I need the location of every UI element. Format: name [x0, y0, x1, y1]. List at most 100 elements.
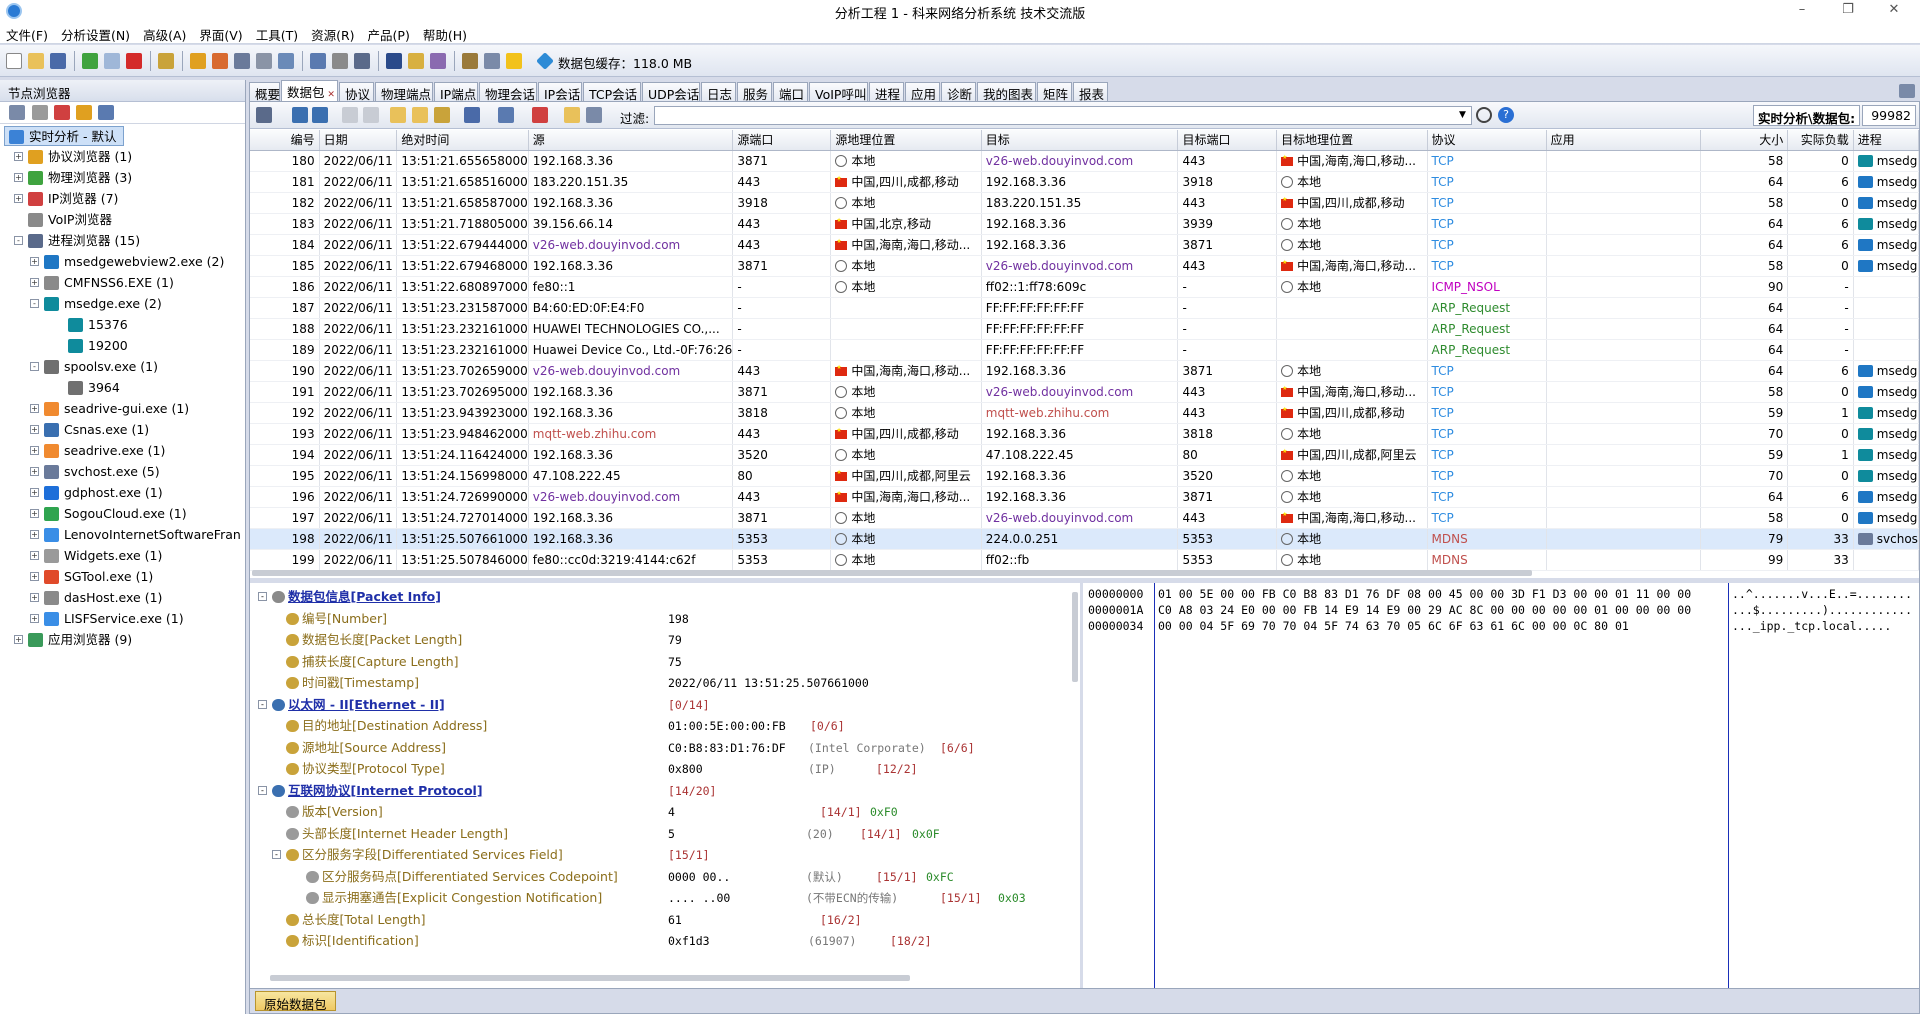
decode-row[interactable]: 时间戳[Timestamp] 2022/06/11 13:51:25.507661…	[250, 673, 1070, 694]
tab-7[interactable]: TCP会话	[583, 82, 641, 102]
column-header[interactable]: 目标	[981, 130, 1179, 151]
collapse-icon[interactable]: -	[14, 236, 23, 245]
table-row[interactable]: 196 2022/06/11 13:51:24.726990000 v26-web.d…	[250, 486, 1919, 508]
column-header[interactable]: 日期	[319, 130, 398, 151]
tab-18[interactable]: 报表	[1073, 82, 1108, 102]
expand-icon[interactable]: +	[30, 425, 39, 434]
column-header[interactable]: 绝对时间	[396, 130, 529, 151]
warning-icon[interactable]	[506, 53, 522, 69]
hex-off[interactable]: 00000000	[1088, 587, 1143, 603]
column-header[interactable]: 源	[528, 130, 734, 151]
expand-icon[interactable]: +	[14, 152, 23, 161]
menu-view[interactable]: 界面(V)	[193, 22, 249, 44]
menu-advanced[interactable]: 高级(A)	[137, 22, 193, 44]
tree-node[interactable]: + SogouCloud.exe (1)	[0, 504, 240, 524]
tab-2[interactable]: 协议	[339, 82, 374, 102]
column-header[interactable]: 源地理位置	[830, 130, 982, 151]
tab-5[interactable]: 物理会话	[479, 82, 537, 102]
tree-node[interactable]: + msedgewebview2.exe (2)	[0, 252, 240, 272]
table-row[interactable]: 184 2022/06/11 13:51:22.679444000 v26-web.d…	[250, 234, 1919, 256]
tree-node[interactable]: + seadrive-gui.exe (1)	[0, 399, 240, 419]
tree-node[interactable]: + IP浏览器 (7)	[0, 189, 240, 209]
new-icon[interactable]	[6, 53, 22, 69]
decode-row[interactable]: 数据包长度[Packet Length] 79	[250, 630, 1070, 651]
expand-icon[interactable]: +	[30, 488, 39, 497]
collapse-icon[interactable]: -	[30, 299, 39, 308]
search-icon[interactable]	[1476, 107, 1492, 123]
column-header[interactable]: 大小	[1700, 130, 1789, 151]
table-row[interactable]: 181 2022/06/11 13:51:21.658516000 183.220.1…	[250, 171, 1919, 193]
tab-raw-packet[interactable]: 原始数据包	[255, 991, 336, 1012]
decode-row[interactable]: 编号[Number] 198	[250, 609, 1070, 630]
tab-13[interactable]: 进程	[869, 82, 904, 102]
tab-12[interactable]: VoIP呼叫	[809, 82, 868, 102]
hex-ascii[interactable]: ...$.........)............	[1732, 603, 1912, 619]
decode-row[interactable]: - 以太网 - II[Ethernet - II] [0/14]	[250, 695, 1070, 716]
stop-icon[interactable]	[126, 53, 142, 69]
table-row[interactable]: 199 2022/06/11 13:51:25.507846000 fe80::cc0…	[250, 549, 1919, 571]
collapse-icon[interactable]: -	[258, 699, 267, 709]
tree-node[interactable]: + 协议浏览器 (1)	[0, 147, 240, 167]
expand-icon[interactable]: +	[30, 467, 39, 476]
open-icon[interactable]	[28, 53, 44, 69]
table-row[interactable]: 190 2022/06/11 13:51:23.702659000 v26-web.d…	[250, 360, 1919, 382]
tree-node[interactable]: + gdphost.exe (1)	[0, 483, 240, 503]
tree-node[interactable]: 实时分析 - 默认	[4, 126, 124, 146]
tree-node[interactable]: + LenovoInternetSoftwareFran	[0, 525, 241, 545]
column-header[interactable]: 协议	[1427, 130, 1547, 151]
tree-node[interactable]: - 进程浏览器 (15)	[0, 231, 240, 251]
expand-icon[interactable]: +	[30, 530, 39, 539]
table-row[interactable]: 186 2022/06/11 13:51:22.680897000 fe80::1 - 本…	[250, 276, 1919, 298]
column-header[interactable]: 目标地理位置	[1276, 130, 1428, 151]
decode-row[interactable]: 源地址[Source Address] C0:B8:83:D1:76:DF (Int…	[250, 738, 1070, 759]
tree-node[interactable]: + SGTool.exe (1)	[0, 567, 240, 587]
export-icon[interactable]	[234, 53, 250, 69]
hex-bytes[interactable]: 01 00 5E 00 00 FB C0 B8 83 D1 76 DF 08 0…	[1158, 587, 1691, 603]
table-row[interactable]: 183 2022/06/11 13:51:21.718805000 39.156.66…	[250, 213, 1919, 235]
table-row[interactable]: 185 2022/06/11 13:51:22.679468000 192.168.3…	[250, 255, 1919, 277]
view-options-icon[interactable]	[256, 107, 272, 123]
expand-icon[interactable]: +	[30, 278, 39, 287]
tree-node[interactable]: - msedge.exe (2)	[0, 294, 240, 314]
filter-wand-icon[interactable]	[190, 53, 206, 69]
save-icon[interactable]	[50, 53, 66, 69]
decode-row[interactable]: - 数据包信息[Packet Info]	[250, 587, 1070, 608]
decode-row[interactable]: 版本[Version] 4 [14/1] 0xF0	[250, 802, 1070, 823]
alert-tool-icon[interactable]	[76, 105, 92, 120]
close-icon[interactable]: ✕	[1874, 2, 1914, 20]
column-header[interactable]: 应用	[1546, 130, 1702, 151]
packet-list-scrollbar[interactable]	[252, 570, 1532, 576]
tab-11[interactable]: 端口	[773, 82, 808, 102]
expand-icon[interactable]: +	[30, 593, 39, 602]
expand-icon[interactable]: +	[30, 446, 39, 455]
hex-off[interactable]: 00000034	[1088, 619, 1143, 635]
expand-icon[interactable]: +	[30, 257, 39, 266]
edit-icon[interactable]	[462, 53, 478, 69]
hex-ascii[interactable]: ..._ipp._tcp.local.....	[1732, 619, 1891, 635]
forward-icon[interactable]	[312, 107, 328, 123]
expand-icon[interactable]: +	[30, 572, 39, 581]
tree-node[interactable]: - spoolsv.exe (1)	[0, 357, 240, 377]
table-row[interactable]: 195 2022/06/11 13:51:24.156998000 47.108.22…	[250, 465, 1919, 487]
panel-layout-icon[interactable]	[1899, 84, 1915, 98]
capture-filter-icon[interactable]	[310, 53, 326, 69]
decode-row[interactable]: - 互联网协议[Internet Protocol] [14/20]	[250, 781, 1070, 802]
menu-resources[interactable]: 资源(R)	[305, 22, 361, 44]
tree-node[interactable]: VoIP浏览器	[0, 210, 240, 230]
expand-icon[interactable]: +	[30, 614, 39, 623]
tree-node[interactable]: + Widgets.exe (1)	[0, 546, 240, 566]
start-capture-icon[interactable]	[82, 53, 98, 69]
decode-view-icon[interactable]	[390, 107, 406, 123]
tree-node[interactable]: + seadrive.exe (1)	[0, 441, 240, 461]
tree-node[interactable]: + LISFService.exe (1)	[0, 609, 240, 629]
minimize-icon[interactable]: –	[1782, 2, 1822, 20]
link-icon[interactable]	[278, 53, 294, 69]
tree-node[interactable]: + CMFNSS6.EXE (1)	[0, 273, 240, 293]
table-row[interactable]: 182 2022/06/11 13:51:21.658587000 192.168.3…	[250, 192, 1919, 214]
marker-icon[interactable]	[532, 107, 548, 123]
collapse-icon[interactable]: -	[258, 785, 267, 795]
tab-10[interactable]: 服务	[737, 82, 772, 102]
table-row[interactable]: 198 2022/06/11 13:51:25.507661000 192.168.3…	[250, 528, 1919, 550]
expand-icon[interactable]: +	[30, 551, 39, 560]
column-header[interactable]: 进程	[1853, 130, 1919, 151]
